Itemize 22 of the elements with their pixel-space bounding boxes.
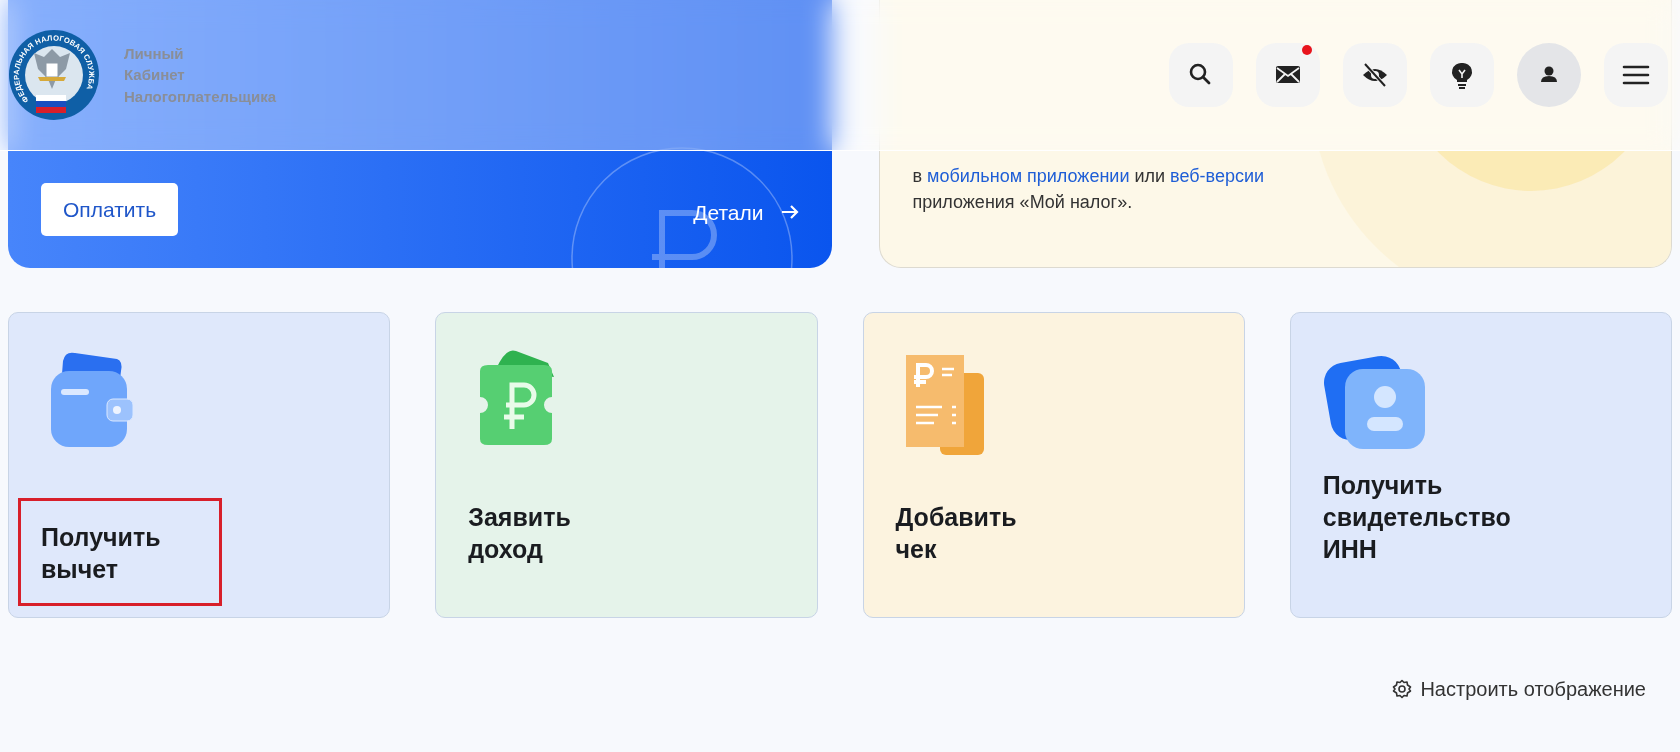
eye-slash-icon xyxy=(1361,61,1389,89)
tile-title: Получить вычет xyxy=(21,501,219,603)
action-tile[interactable]: Получить свидетельство ИНН xyxy=(1289,312,1672,618)
web-version-link[interactable]: веб-версии xyxy=(1170,166,1265,186)
action-tile[interactable]: Добавить чек xyxy=(862,312,1245,618)
tile-title: Добавить чек xyxy=(895,502,1017,565)
action-tile[interactable]: Заявить доход xyxy=(435,312,818,618)
pay-button[interactable]: Оплатить xyxy=(41,182,179,236)
site-title: Личный Кабинет Налогоплательщика xyxy=(124,43,276,107)
tile-title: Получить свидетельство ИНН xyxy=(1322,470,1511,565)
lightbulb-button[interactable] xyxy=(1430,43,1494,107)
details-link[interactable]: Детали xyxy=(693,196,800,228)
info-text: в мобильном приложении или веб-версии приложения «Мой налог». xyxy=(912,165,1266,214)
search-button[interactable] xyxy=(1169,43,1233,107)
envelope-button[interactable] xyxy=(1256,43,1320,107)
action-tile[interactable]: Получить вычет xyxy=(8,312,391,618)
menu-button[interactable] xyxy=(1604,43,1668,107)
tile-title: Заявить доход xyxy=(468,502,571,565)
display-settings-link[interactable]: Настроить отображение xyxy=(1392,674,1646,704)
app-link[interactable]: мобильном приложении xyxy=(927,166,1130,186)
settings-icon xyxy=(1392,679,1413,699)
eye-slash-button[interactable] xyxy=(1343,43,1407,107)
